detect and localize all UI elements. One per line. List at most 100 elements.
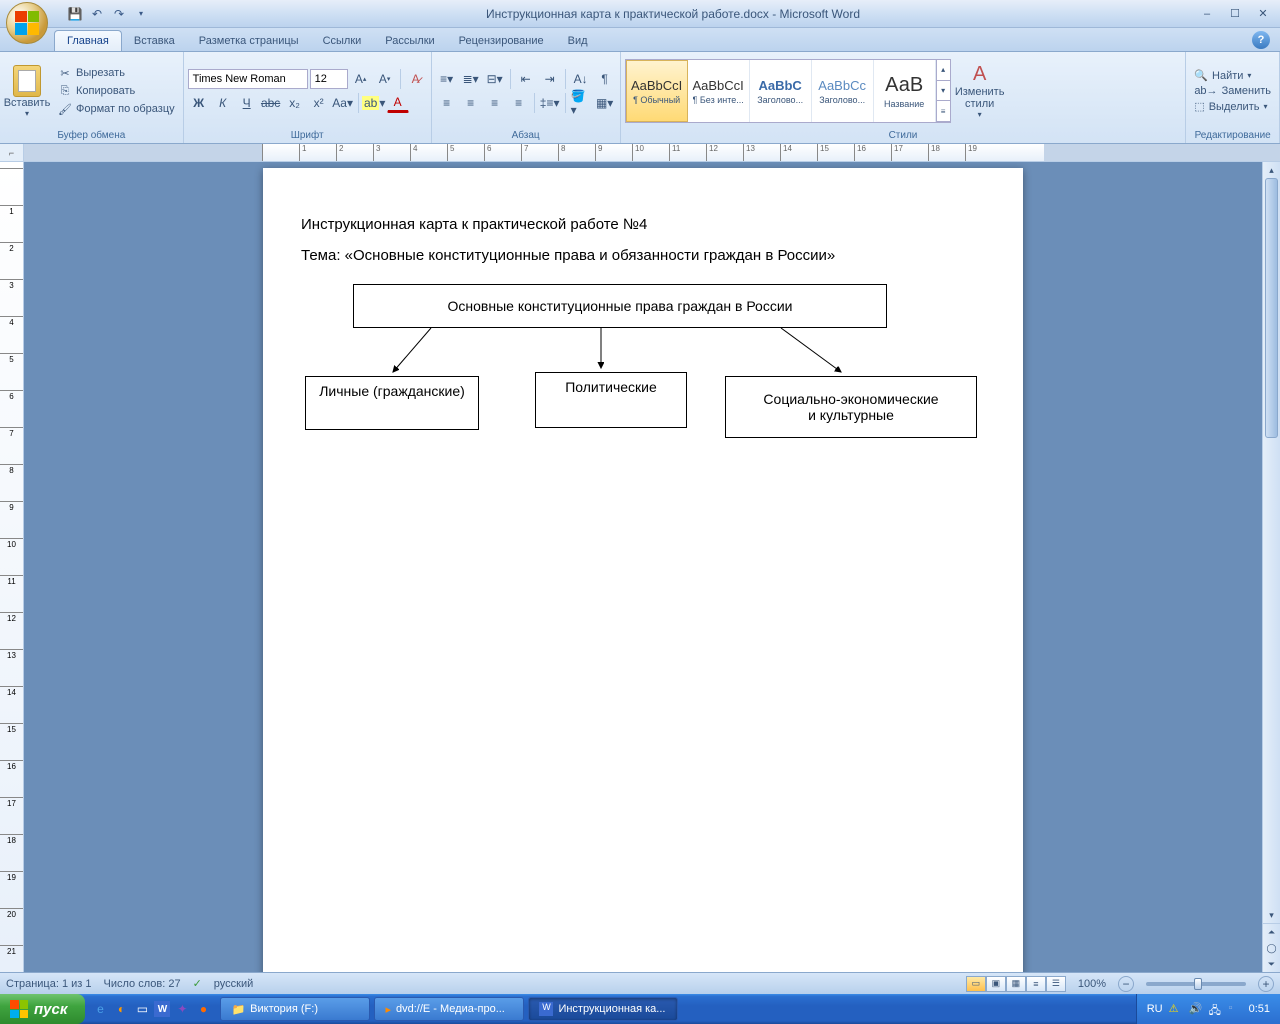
shrink-font-icon[interactable]: A▾ bbox=[374, 69, 396, 89]
status-language[interactable]: русский bbox=[214, 978, 253, 990]
save-icon[interactable]: 💾 bbox=[66, 5, 84, 23]
grow-font-icon[interactable]: A▴ bbox=[350, 69, 372, 89]
align-right-button[interactable]: ≡ bbox=[484, 93, 506, 113]
prev-page-icon[interactable]: ⏶ bbox=[1263, 924, 1280, 940]
ie-icon[interactable]: e bbox=[91, 1000, 109, 1018]
volume-icon[interactable]: 🔊 bbox=[1189, 1002, 1203, 1016]
vertical-scrollbar[interactable]: ▴ ▾ ⏶ ◯ ⏷ bbox=[1262, 162, 1280, 972]
app-icon[interactable]: ● bbox=[194, 1000, 212, 1018]
status-page[interactable]: Страница: 1 из 1 bbox=[6, 978, 92, 990]
bullets-button[interactable]: ≡▾ bbox=[436, 69, 458, 89]
taskbar-item[interactable]: 📁Виктория (F:) bbox=[220, 997, 370, 1021]
style-no-spacing[interactable]: AaBbCcI¶ Без инте... bbox=[688, 60, 750, 122]
multilevel-button[interactable]: ⊟▾ bbox=[484, 69, 506, 89]
justify-button[interactable]: ≡ bbox=[508, 93, 530, 113]
bold-button[interactable]: Ж bbox=[188, 93, 210, 113]
font-name-combo[interactable]: Times New Roman bbox=[188, 69, 308, 89]
outline-view-icon[interactable]: ≡ bbox=[1026, 976, 1046, 992]
app-icon[interactable]: ✦ bbox=[173, 1000, 191, 1018]
zoom-in-icon[interactable]: + bbox=[1258, 976, 1274, 992]
scroll-up-icon[interactable]: ▴ bbox=[1263, 162, 1280, 178]
office-button[interactable] bbox=[6, 2, 48, 44]
zoom-level[interactable]: 100% bbox=[1078, 978, 1106, 990]
taskbar-item-active[interactable]: WИнструкционная ка... bbox=[528, 997, 678, 1021]
tray-icon[interactable]: ▫ bbox=[1229, 1002, 1243, 1016]
redo-icon[interactable]: ↷ bbox=[110, 5, 128, 23]
format-painter-button[interactable]: 🖌Формат по образцу bbox=[54, 101, 179, 117]
style-heading2[interactable]: AaBbCcЗаголово... bbox=[812, 60, 874, 122]
borders-button[interactable]: ▦▾ bbox=[594, 93, 616, 113]
font-size-combo[interactable]: 12 bbox=[310, 69, 348, 89]
scroll-thumb[interactable] bbox=[1265, 178, 1278, 438]
help-icon[interactable]: ? bbox=[1252, 31, 1270, 49]
strikethrough-button[interactable]: abc bbox=[260, 93, 282, 113]
show-desktop-icon[interactable]: ▭ bbox=[133, 1000, 151, 1018]
minimize-button[interactable]: – bbox=[1196, 6, 1218, 22]
cut-button[interactable]: ✂Вырезать bbox=[54, 65, 179, 81]
italic-button[interactable]: К bbox=[212, 93, 234, 113]
media-player-icon[interactable]: ◐ bbox=[112, 1000, 130, 1018]
tab-references[interactable]: Ссылки bbox=[311, 31, 374, 51]
sort-button[interactable]: A↓ bbox=[570, 69, 592, 89]
ruler-toggle-icon[interactable]: ⌐ bbox=[0, 144, 24, 161]
tab-view[interactable]: Вид bbox=[556, 31, 600, 51]
shading-button[interactable]: 🪣▾ bbox=[570, 93, 592, 113]
highlight-button[interactable]: ab▾ bbox=[363, 93, 385, 113]
maximize-button[interactable]: ☐ bbox=[1224, 6, 1246, 22]
line-spacing-button[interactable]: ‡≡▾ bbox=[539, 93, 561, 113]
network-icon[interactable]: 🖧 bbox=[1209, 1002, 1223, 1016]
page[interactable]: Инструкционная карта к практической рабо… bbox=[263, 168, 1023, 972]
tray-icon[interactable]: ⚠ bbox=[1169, 1002, 1183, 1016]
increase-indent-button[interactable]: ⇥ bbox=[539, 69, 561, 89]
underline-button[interactable]: Ч bbox=[236, 93, 258, 113]
web-layout-view-icon[interactable]: ▦ bbox=[1006, 976, 1026, 992]
status-words[interactable]: Число слов: 27 bbox=[104, 978, 181, 990]
show-marks-button[interactable]: ¶ bbox=[594, 69, 616, 89]
change-styles-button[interactable]: A Изменить стили ▾ bbox=[955, 63, 1005, 119]
gallery-down-icon[interactable]: ▾ bbox=[937, 81, 950, 102]
gallery-up-icon[interactable]: ▴ bbox=[937, 60, 950, 81]
tab-insert[interactable]: Вставка bbox=[122, 31, 187, 51]
zoom-slider[interactable] bbox=[1146, 982, 1246, 986]
next-page-icon[interactable]: ⏷ bbox=[1263, 956, 1280, 972]
draft-view-icon[interactable]: ☰ bbox=[1046, 976, 1066, 992]
start-button[interactable]: пуск bbox=[0, 994, 85, 1024]
taskbar-item[interactable]: ▸dvd://E - Медиа-про... bbox=[374, 997, 524, 1021]
tab-mailings[interactable]: Рассылки bbox=[373, 31, 446, 51]
subscript-button[interactable]: x₂ bbox=[284, 93, 306, 113]
language-indicator[interactable]: RU bbox=[1147, 1003, 1163, 1015]
copy-button[interactable]: ⎘Копировать bbox=[54, 83, 179, 99]
style-heading1[interactable]: AaBbCЗаголово... bbox=[750, 60, 812, 122]
word-icon[interactable]: W bbox=[154, 1001, 170, 1017]
gallery-more-icon[interactable]: ≡ bbox=[937, 101, 950, 122]
clear-formatting-icon[interactable]: A̷ bbox=[405, 69, 427, 89]
horizontal-ruler[interactable]: 12345678910111213141516171819 bbox=[24, 144, 1280, 161]
close-button[interactable]: ✕ bbox=[1252, 6, 1274, 22]
tab-review[interactable]: Рецензирование bbox=[447, 31, 556, 51]
select-button[interactable]: ⬚Выделить▾ bbox=[1190, 99, 1275, 114]
change-case-button[interactable]: Aa▾ bbox=[332, 93, 354, 113]
document-viewport[interactable]: Инструкционная карта к практической рабо… bbox=[24, 162, 1262, 972]
full-screen-view-icon[interactable]: ▣ bbox=[986, 976, 1006, 992]
superscript-button[interactable]: x² bbox=[308, 93, 330, 113]
undo-icon[interactable]: ↶ bbox=[88, 5, 106, 23]
browse-object-icon[interactable]: ◯ bbox=[1263, 940, 1280, 956]
qat-dropdown-icon[interactable]: ▾ bbox=[132, 5, 150, 23]
proofing-icon[interactable]: ✓ bbox=[193, 977, 202, 990]
zoom-thumb[interactable] bbox=[1194, 978, 1202, 990]
zoom-out-icon[interactable]: − bbox=[1118, 976, 1134, 992]
find-button[interactable]: 🔍Найти▾ bbox=[1190, 68, 1275, 83]
paste-button[interactable]: Вставить ▾ bbox=[4, 58, 50, 124]
replace-button[interactable]: ab→Заменить bbox=[1190, 84, 1275, 98]
font-color-button[interactable]: A bbox=[387, 93, 409, 113]
decrease-indent-button[interactable]: ⇤ bbox=[515, 69, 537, 89]
align-left-button[interactable]: ≡ bbox=[436, 93, 458, 113]
style-normal[interactable]: AaBbCcI¶ Обычный bbox=[626, 60, 688, 122]
style-title[interactable]: АаВНазвание bbox=[874, 60, 936, 122]
print-layout-view-icon[interactable]: ▭ bbox=[966, 976, 986, 992]
tab-home[interactable]: Главная bbox=[54, 30, 122, 51]
clock[interactable]: 0:51 bbox=[1249, 1003, 1270, 1015]
numbering-button[interactable]: ≣▾ bbox=[460, 69, 482, 89]
vertical-ruler[interactable]: 12345678910111213141516171819202122 bbox=[0, 162, 24, 972]
tab-page-layout[interactable]: Разметка страницы bbox=[187, 31, 311, 51]
